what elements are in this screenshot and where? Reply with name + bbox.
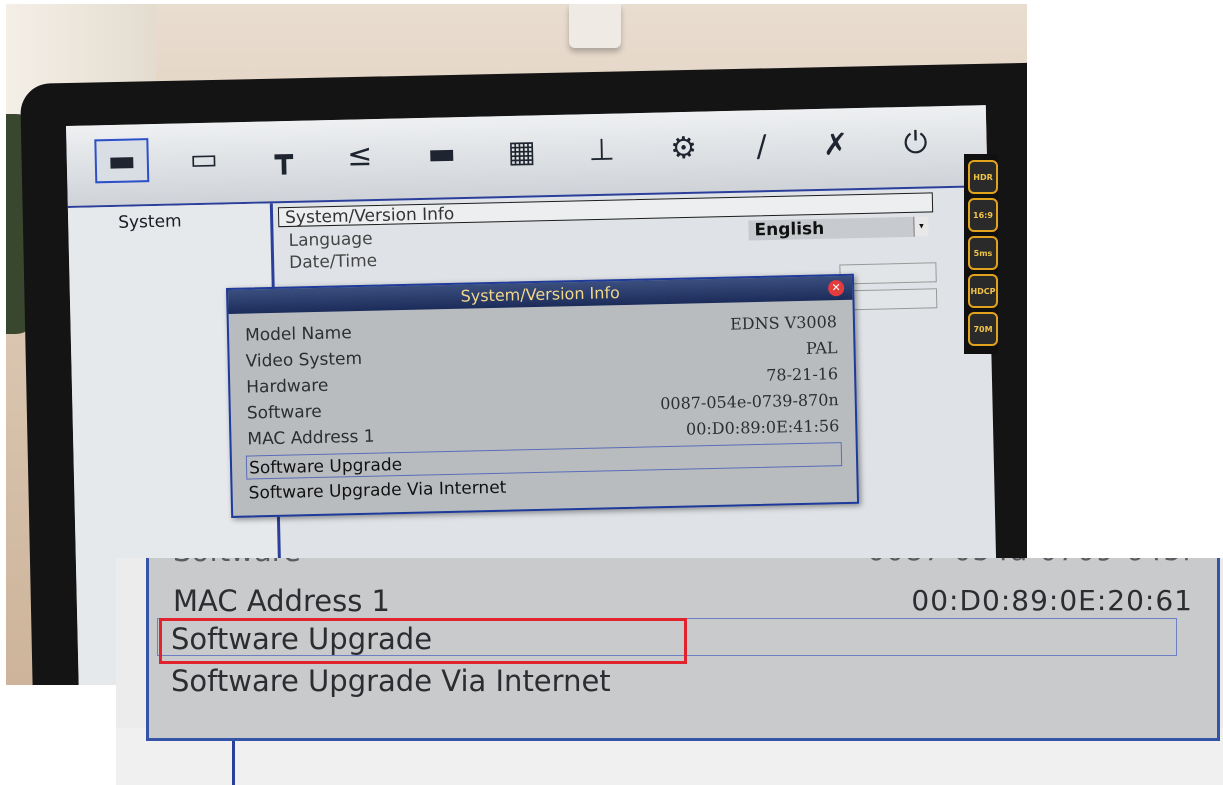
language-label: Language bbox=[288, 229, 373, 251]
tab-config[interactable]: ⚙ bbox=[656, 125, 711, 170]
version-info-dialog: System/Version Info ✕ Model Name EDNS V3… bbox=[226, 273, 860, 518]
info-value: 0087-054e-0739-870n bbox=[660, 390, 839, 414]
hdr-badge: HDR bbox=[968, 160, 998, 194]
info-value: 00:D0:89:0E:41:56 bbox=[685, 416, 840, 439]
storage-icon: ▦ bbox=[507, 133, 537, 170]
wall-fixture bbox=[569, 4, 621, 48]
power-icon: ⏻ bbox=[903, 124, 928, 161]
info-value: PAL bbox=[805, 338, 838, 358]
inset-partial-label: Software bbox=[173, 558, 301, 568]
info-label: Model Name bbox=[244, 323, 352, 346]
datetime-label: Date/Time bbox=[288, 250, 378, 273]
camera-icon: ┳ bbox=[274, 139, 294, 175]
tools-icon: ✗ bbox=[822, 126, 849, 163]
highlight-callout bbox=[159, 618, 687, 664]
inset-partial-value: 0087-054a-0709-645f bbox=[867, 558, 1193, 567]
tab-power[interactable]: ⏻ bbox=[888, 120, 943, 165]
tab-display[interactable]: ▭ bbox=[176, 136, 231, 181]
tab-record[interactable]: ≤ bbox=[332, 133, 387, 178]
monitor-icon: ▭ bbox=[189, 141, 219, 177]
info-value: 78-21-16 bbox=[766, 364, 839, 385]
response-badge: 5ms bbox=[968, 236, 998, 270]
tab-monitor[interactable]: ▬ bbox=[414, 131, 469, 176]
info-value: EDNS V3008 bbox=[729, 312, 838, 334]
inset-software-upgrade-internet[interactable]: Software Upgrade Via Internet bbox=[171, 664, 611, 698]
monitor-feature-badges: HDR 16:9 5ms HDCP 70M bbox=[964, 154, 998, 354]
hdcp-badge: HDCP bbox=[968, 274, 998, 308]
dialog-title: System/Version Info bbox=[460, 283, 621, 306]
dropdown-arrow-icon: ▾ bbox=[913, 216, 929, 237]
network-icon: ⊥ bbox=[588, 132, 616, 168]
inset-mac-value: 00:D0:89:0E:20:61 bbox=[911, 584, 1193, 617]
inset-mac-label: MAC Address 1 bbox=[173, 584, 390, 618]
dvr-icon: ▬ bbox=[107, 142, 137, 179]
recorder-icon: ≤ bbox=[346, 137, 373, 174]
tab-system[interactable]: ▬ bbox=[94, 138, 150, 184]
menu-divider bbox=[232, 738, 235, 785]
info-label: Video System bbox=[245, 348, 363, 372]
tab-camera[interactable]: ┳ bbox=[256, 134, 311, 179]
tab-tool[interactable]: / bbox=[734, 124, 789, 169]
menu-category-system[interactable]: System bbox=[118, 211, 182, 232]
aspect-badge: 16:9 bbox=[968, 198, 998, 232]
info-label: Software bbox=[246, 401, 323, 424]
settings-gears-icon: ⚙ bbox=[669, 130, 698, 166]
info-label: Hardware bbox=[246, 375, 329, 398]
tab-network[interactable]: ⊥ bbox=[574, 127, 629, 172]
menu-item-label: Software Upgrade Via Internet bbox=[248, 477, 507, 504]
close-icon[interactable]: ✕ bbox=[827, 279, 845, 297]
info-label: MAC Address 1 bbox=[247, 426, 375, 450]
contrast-badge: 70M bbox=[968, 312, 998, 346]
language-value: English bbox=[754, 218, 825, 241]
tab-tools[interactable]: ✗ bbox=[808, 122, 863, 167]
tool-icon: / bbox=[756, 128, 768, 164]
inset-dialog-panel: Software 0087-054a-0709-645f MAC Address… bbox=[146, 558, 1220, 741]
display-icon: ▬ bbox=[427, 135, 457, 172]
language-select[interactable]: English ▾ bbox=[748, 216, 929, 241]
menu-item-label: Software Upgrade bbox=[248, 455, 403, 479]
tab-storage[interactable]: ▦ bbox=[494, 129, 549, 174]
zoomed-inset: Software 0087-054a-0709-645f MAC Address… bbox=[116, 558, 1223, 785]
